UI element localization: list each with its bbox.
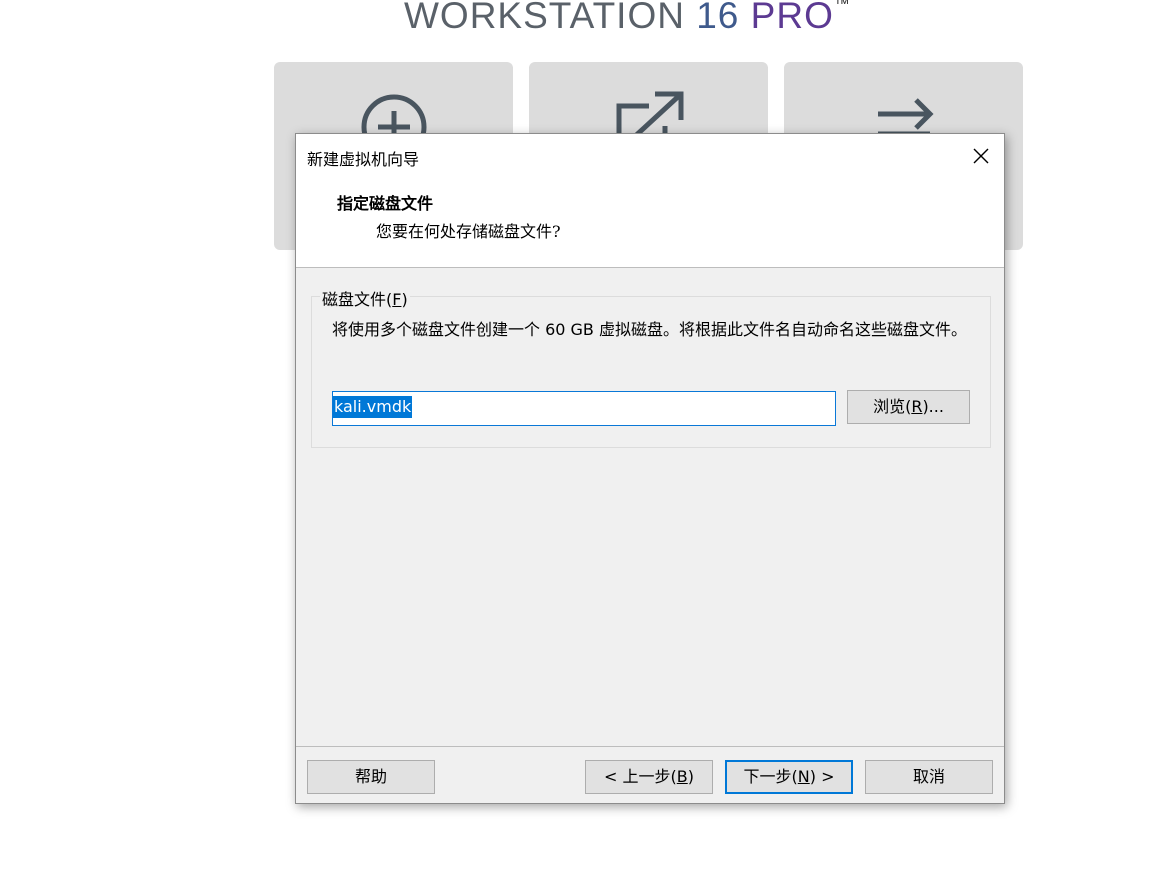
logo-edition: PRO [750, 0, 834, 36]
next-button[interactable]: 下一步(N) > [725, 760, 853, 794]
back-button[interactable]: < 上一步(B) [585, 760, 713, 794]
cancel-button[interactable]: 取消 [865, 760, 993, 794]
logo-workstation: WORKSTATION [404, 0, 685, 36]
disk-file-input-selection: kali.vmdk [333, 396, 413, 418]
disk-file-group-label: 磁盘文件(F) [320, 286, 410, 310]
logo-trademark: ™ [833, 0, 851, 13]
new-vm-wizard-dialog: 新建虚拟机向导 指定磁盘文件 您要在何处存储磁盘文件? 磁盘文件(F) 将使用多… [295, 133, 1005, 804]
footer-divider [296, 746, 1004, 747]
page-subheading: 您要在何处存储磁盘文件? [376, 222, 561, 241]
page-heading: 指定磁盘文件 [337, 194, 434, 213]
close-button[interactable] [966, 142, 996, 170]
browse-button[interactable]: 浏览(R)... [847, 390, 970, 424]
close-icon [973, 148, 989, 164]
help-button[interactable]: 帮助 [307, 760, 435, 794]
disk-file-description: 将使用多个磁盘文件创建一个 60 GB 虚拟磁盘。将根据此文件名自动命名这些磁盘… [332, 320, 967, 339]
logo-version: 16 [696, 0, 740, 36]
dialog-title: 新建虚拟机向导 [307, 150, 420, 169]
dialog-header: 新建虚拟机向导 指定磁盘文件 您要在何处存储磁盘文件? [296, 134, 1004, 268]
product-logo: WORKSTATION 16 PRO™ [404, 0, 851, 38]
